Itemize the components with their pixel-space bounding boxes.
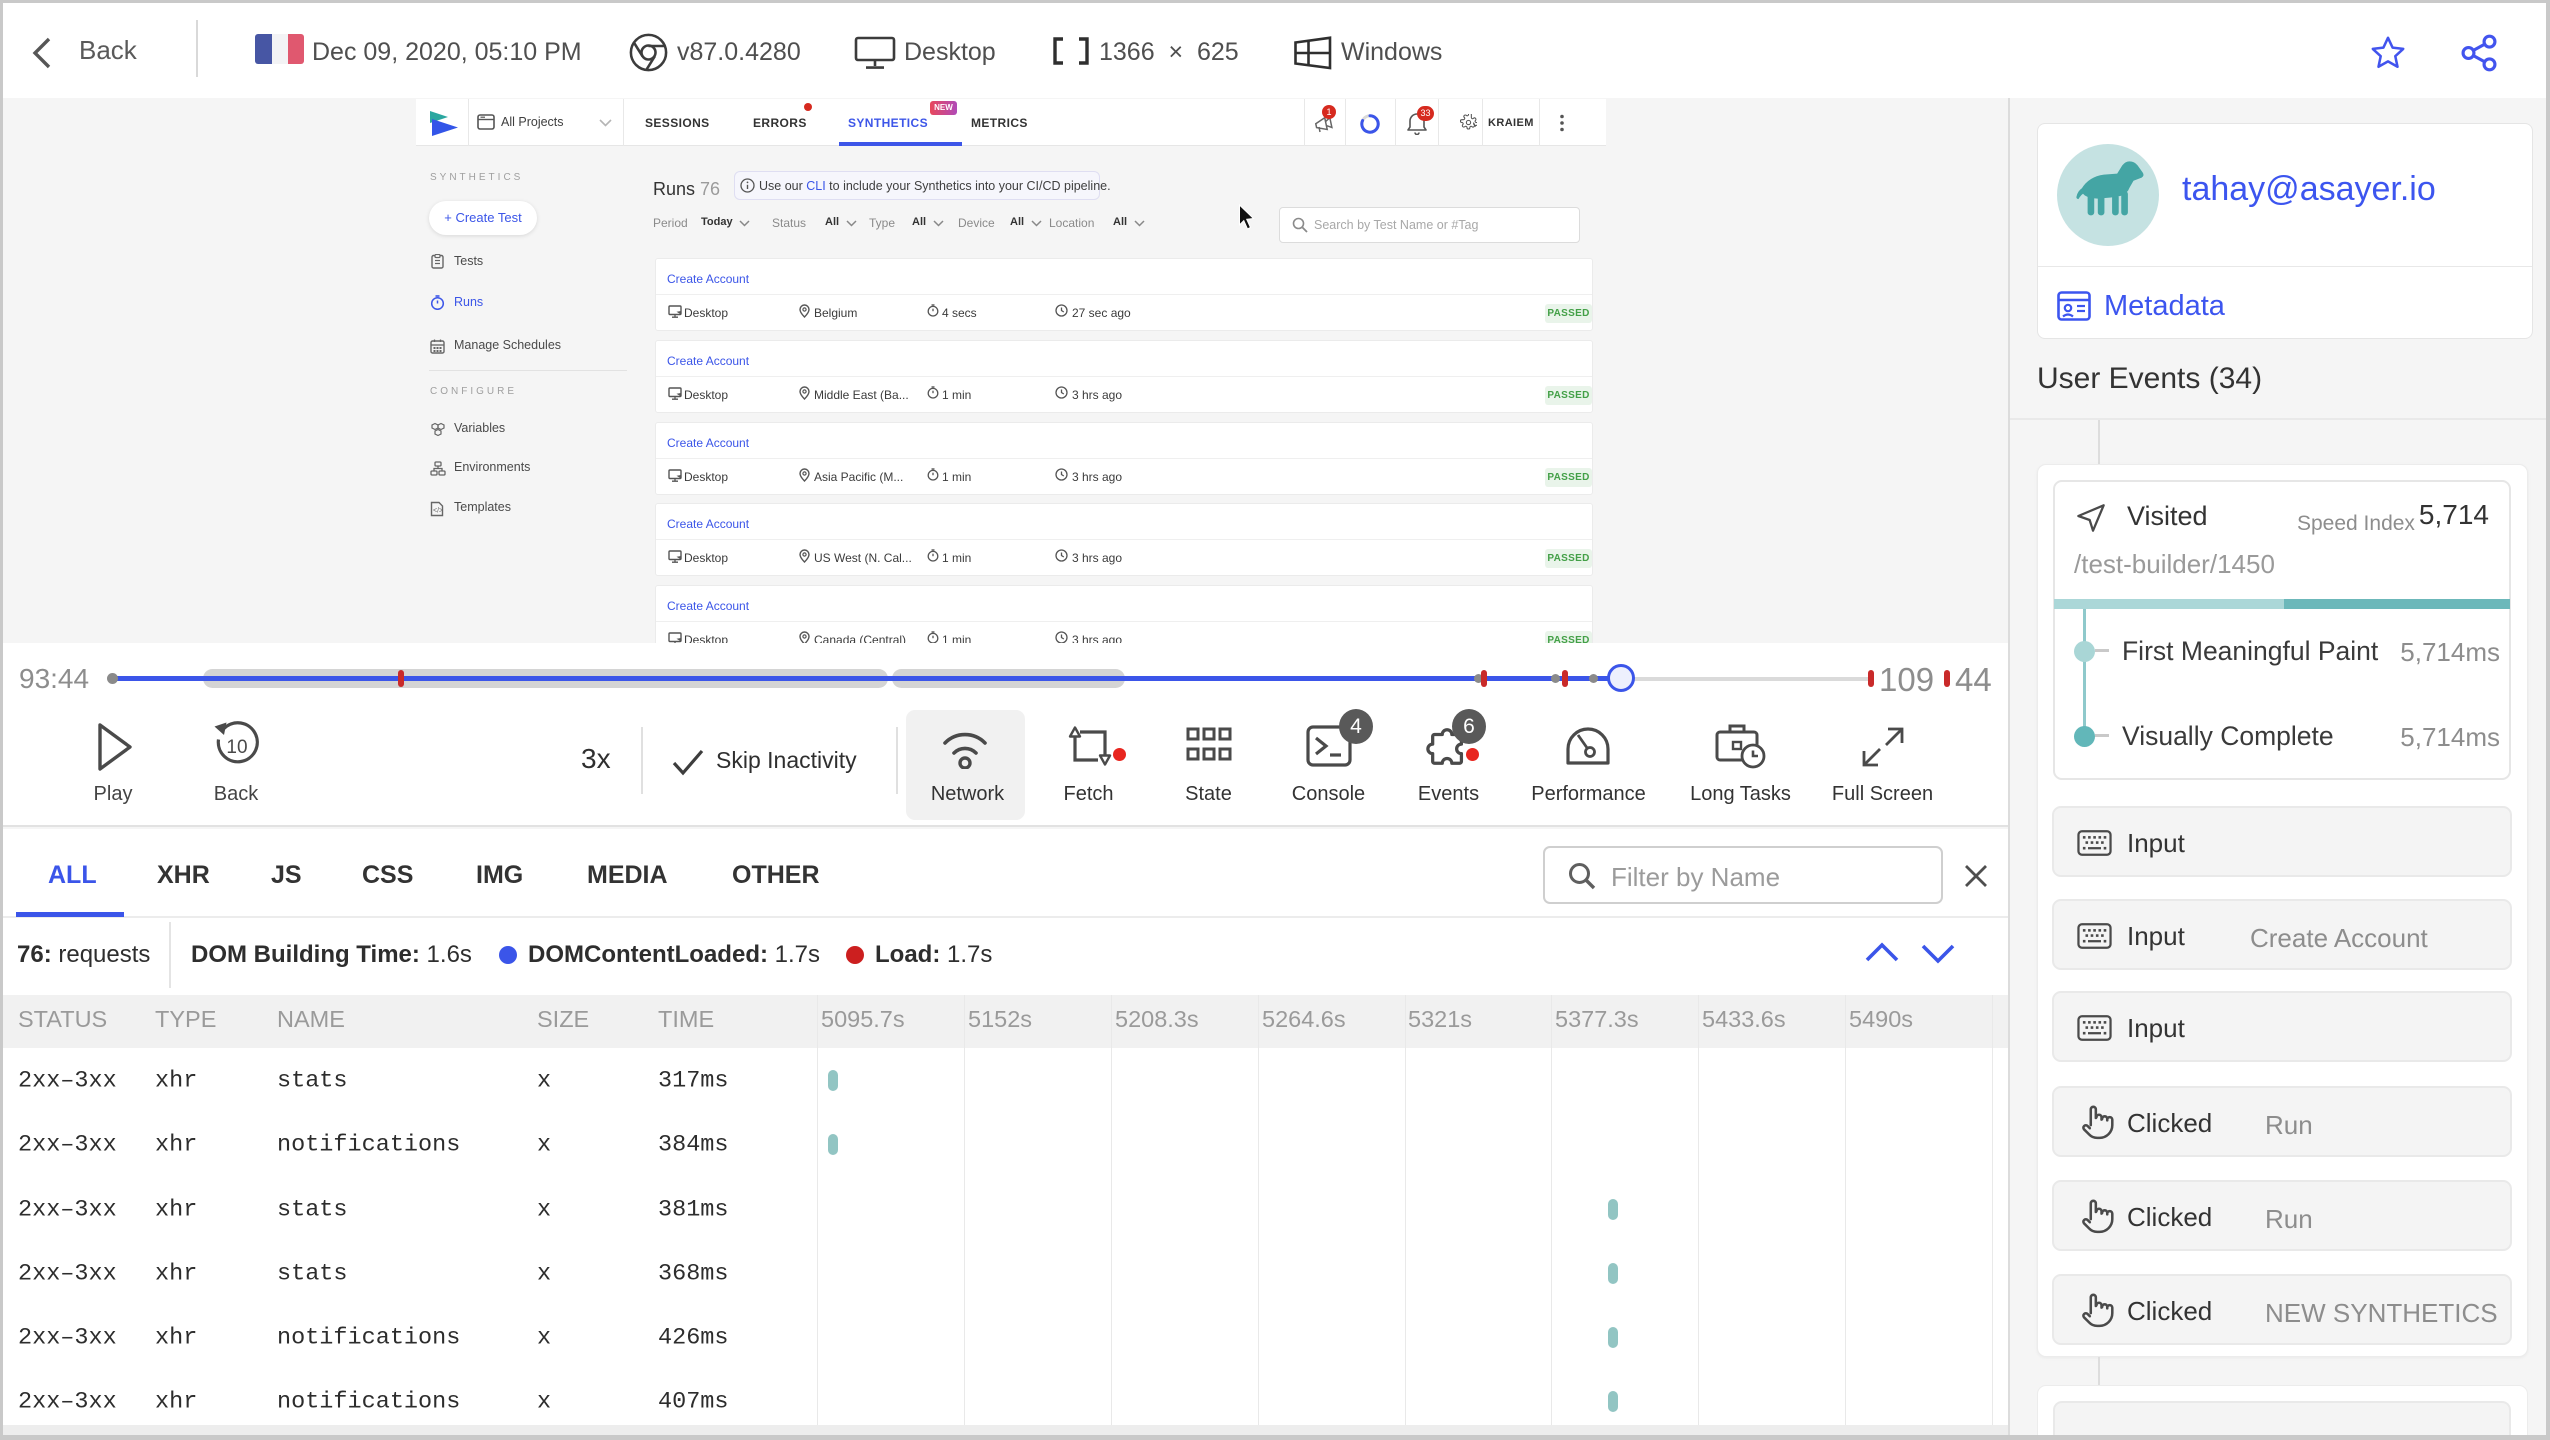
svg-text:10: 10 [226,737,247,758]
svg-text:</>: </> [433,508,443,515]
